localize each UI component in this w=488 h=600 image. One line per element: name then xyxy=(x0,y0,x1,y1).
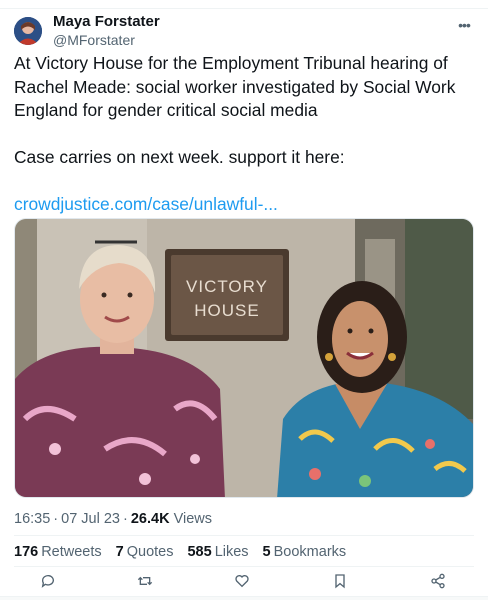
reply-icon[interactable] xyxy=(40,573,60,593)
views-count: 26.4K xyxy=(130,511,170,527)
views-label: Views xyxy=(173,511,212,527)
retweets-label: Retweets xyxy=(41,544,102,560)
plaque-line-1: VICTORY xyxy=(186,277,268,296)
user-handle[interactable]: @MForstater xyxy=(53,31,160,49)
tweet-time[interactable]: 16:35 xyxy=(14,511,50,527)
stat-retweets[interactable]: 176 Retweets xyxy=(14,542,102,562)
tweet-header: Maya Forstater @MForstater ••• xyxy=(14,13,474,53)
share-icon[interactable] xyxy=(430,573,450,593)
top-divider xyxy=(0,0,488,9)
bottom-divider xyxy=(0,596,488,600)
tweet-timestamp: 16:35 · 07 Jul 23 · 26.4K Views xyxy=(14,511,212,527)
tweet-text-paragraph-1: At Victory House for the Employment Trib… xyxy=(14,53,456,120)
tweet-text-paragraph-2: Case carries on next week. support it he… xyxy=(14,147,345,167)
tweet-text: At Victory House for the Employment Trib… xyxy=(14,52,476,217)
tweet-photo[interactable]: VICTORY HOUSE xyxy=(14,218,474,498)
action-bar xyxy=(14,573,474,593)
retweets-count: 176 xyxy=(14,544,39,560)
stat-bookmarks[interactable]: 5 Bookmarks xyxy=(263,542,347,562)
stat-quotes[interactable]: 7 Quotes xyxy=(116,542,174,562)
likes-count: 585 xyxy=(187,544,212,560)
quotes-count: 7 xyxy=(115,544,124,560)
bookmarks-count: 5 xyxy=(262,544,271,560)
more-icon[interactable]: ••• xyxy=(454,17,474,37)
retweet-icon[interactable] xyxy=(137,573,157,593)
heart-icon[interactable] xyxy=(234,573,254,593)
avatar[interactable] xyxy=(14,17,42,45)
bookmark-icon[interactable] xyxy=(332,573,352,593)
tweet-date[interactable]: 07 Jul 23 xyxy=(61,511,120,527)
likes-label: Likes xyxy=(214,544,249,560)
display-name[interactable]: Maya Forstater xyxy=(53,13,160,31)
engagement-stats: 176 Retweets 7 Quotes 585 Likes 5 Bookmarks xyxy=(14,542,346,562)
divider xyxy=(14,566,474,567)
tweet-link[interactable]: crowdjustice.com/case/unlawful-... xyxy=(14,194,278,214)
quotes-label: Quotes xyxy=(126,544,174,560)
bookmarks-label: Bookmarks xyxy=(273,544,347,560)
user-meta: Maya Forstater @MForstater xyxy=(53,13,160,49)
stat-likes[interactable]: 585 Likes xyxy=(187,542,248,562)
divider xyxy=(14,535,474,536)
plaque-line-2: HOUSE xyxy=(194,301,259,320)
